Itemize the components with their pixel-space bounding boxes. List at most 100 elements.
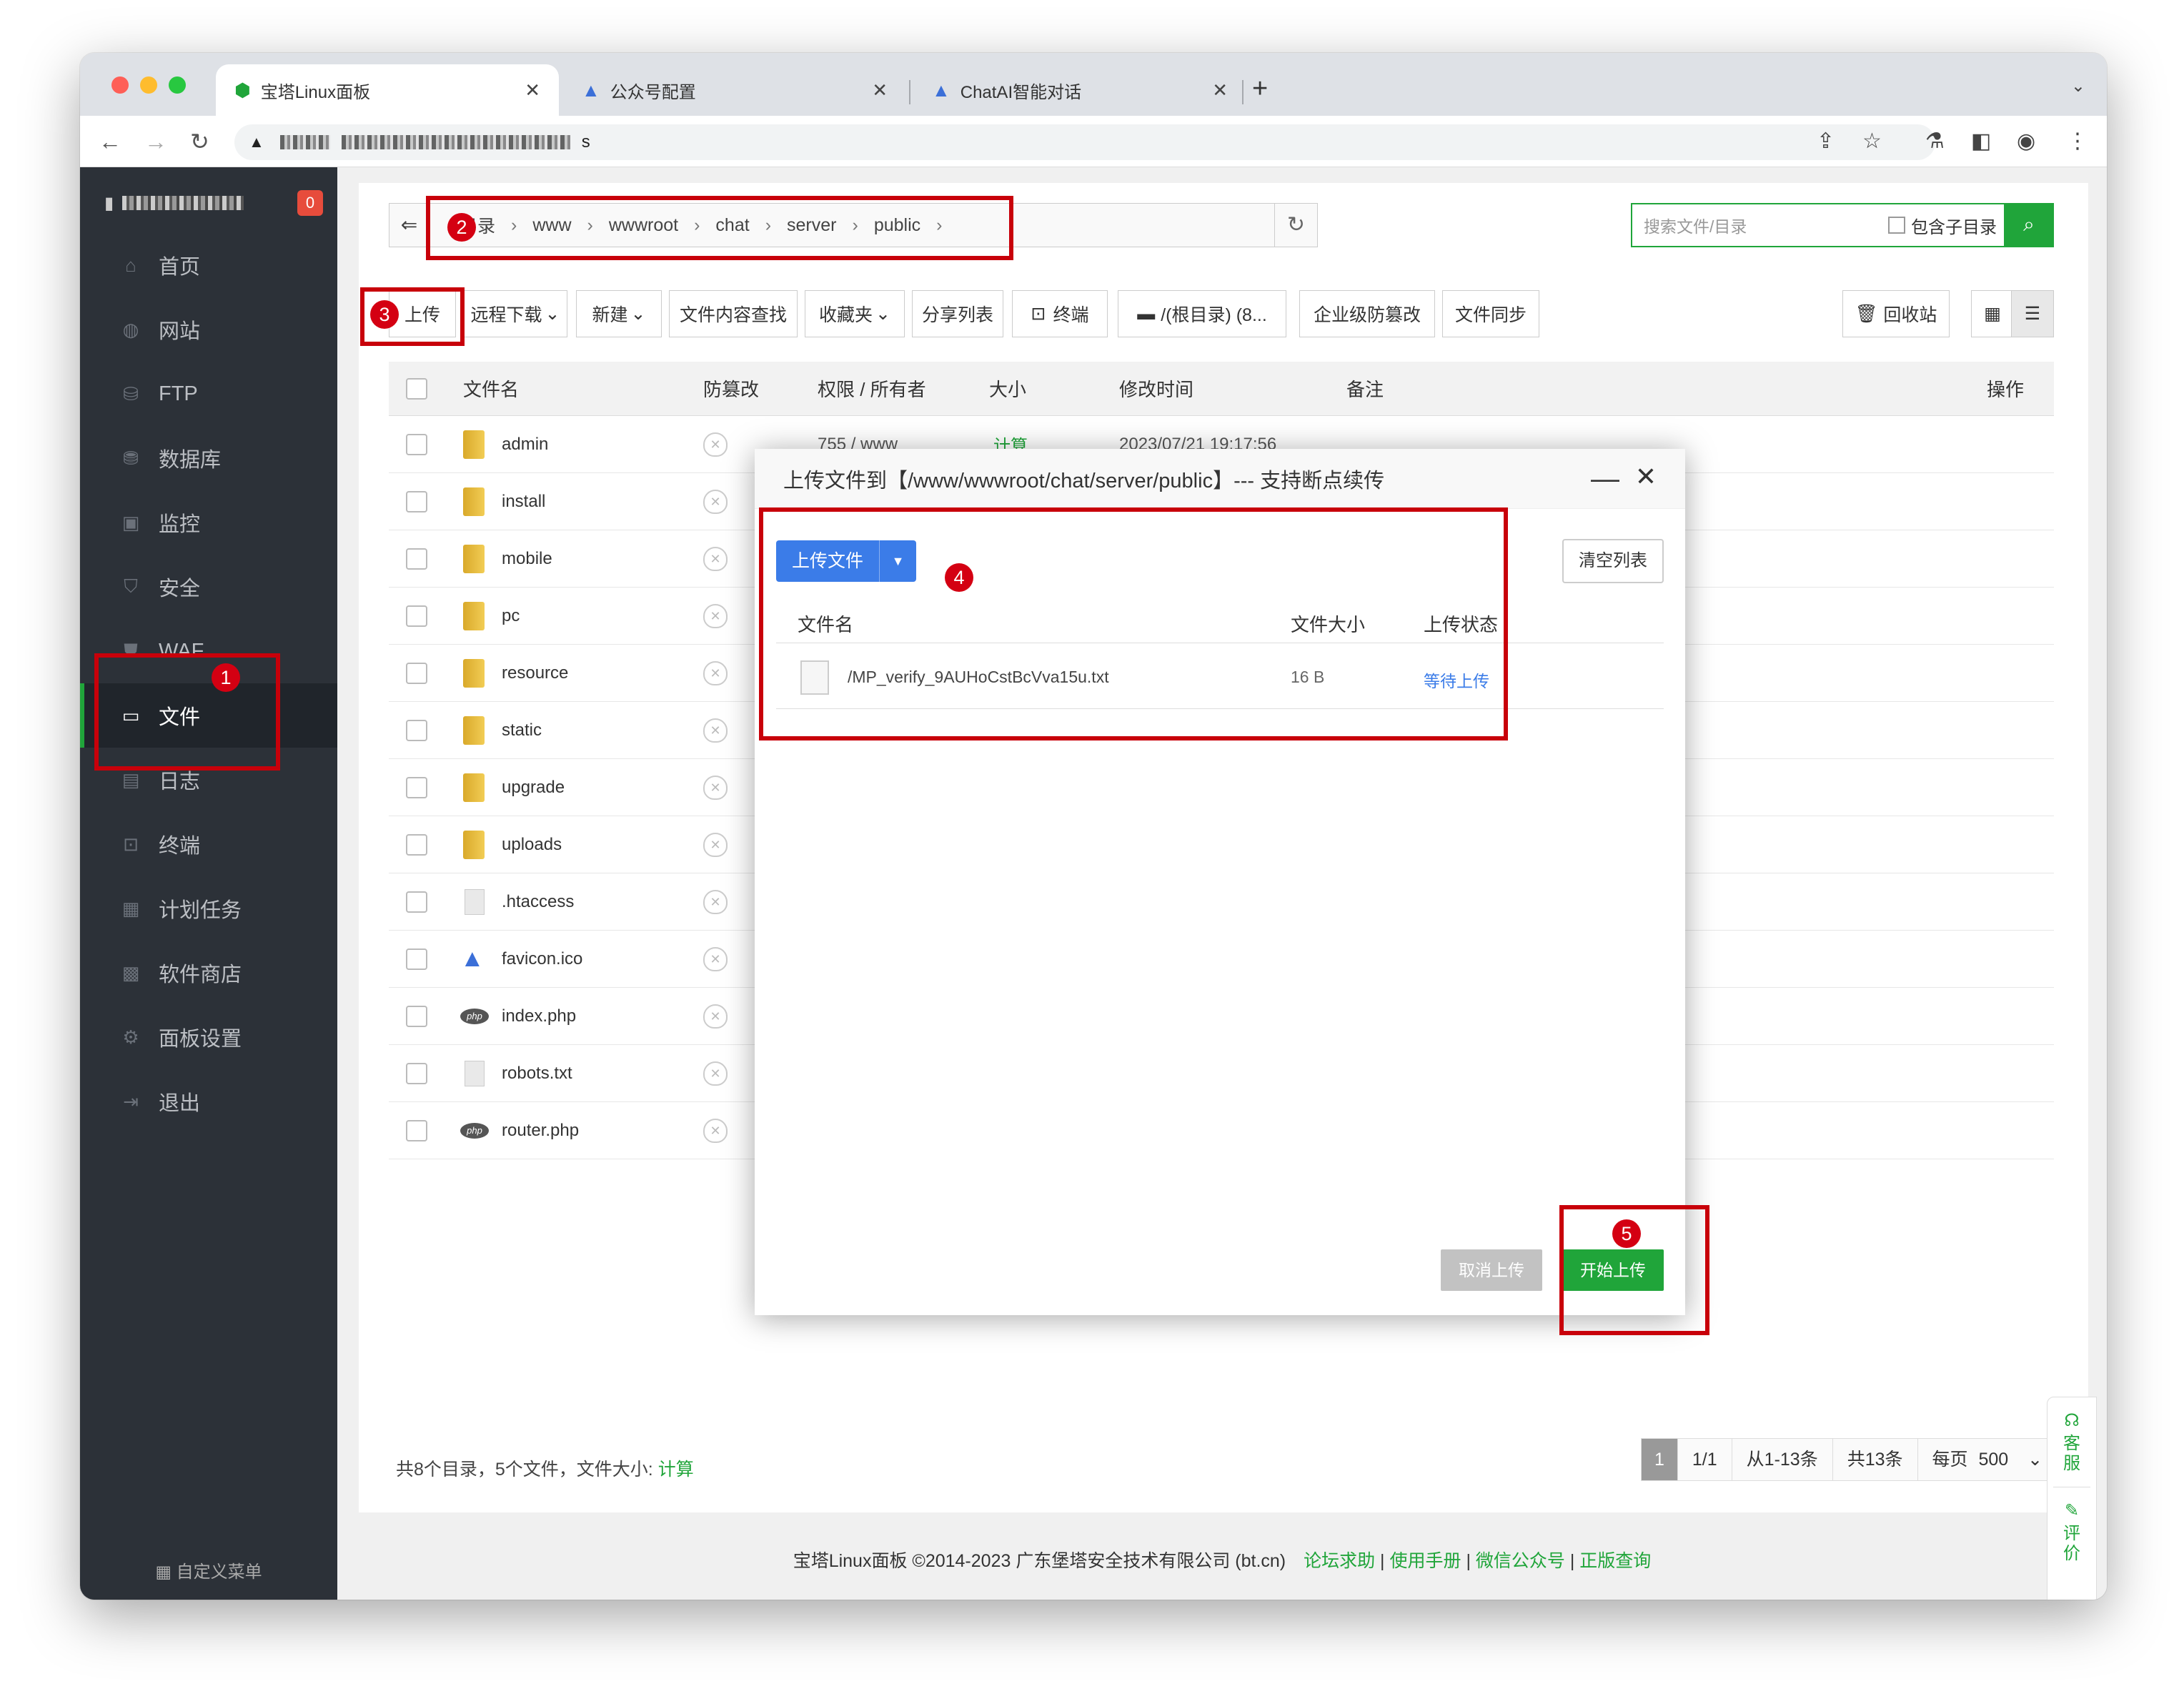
minimize-window-button[interactable] [140, 76, 157, 94]
sidebar-item-0[interactable]: ⌂ 首页 [80, 233, 337, 297]
shield-x-icon[interactable]: ✕ [703, 1061, 728, 1086]
sidebar-item-4[interactable]: ▣ 监控 [80, 490, 337, 555]
sidebar-item-9[interactable]: ⊡ 终端 [80, 812, 337, 876]
disk-button[interactable]: ▬/(根目录) (8... [1118, 290, 1286, 337]
share-list-button[interactable]: 分享列表 [912, 290, 1003, 337]
side-panel-icon[interactable]: ◧ [1971, 127, 1991, 156]
select-all-checkbox[interactable] [406, 377, 427, 400]
wechat-link[interactable]: 微信公众号 [1476, 1551, 1565, 1571]
forward-arrow-icon[interactable]: → [144, 126, 167, 157]
new-tab-button[interactable]: + [1252, 73, 1268, 104]
file-name[interactable]: upgrade [502, 778, 565, 798]
maximize-window-button[interactable] [169, 76, 186, 94]
search-icon[interactable]: ⌕ [2004, 203, 2054, 247]
file-name[interactable]: robots.txt [502, 1064, 572, 1084]
clear-list-button[interactable]: 清空列表 [1562, 539, 1664, 583]
tab-search-chevron-icon[interactable]: ⌄ [2071, 76, 2085, 96]
file-name[interactable]: favicon.ico [502, 949, 582, 969]
page-current[interactable]: 1 [1642, 1439, 1678, 1480]
shield-x-icon[interactable]: ✕ [703, 832, 728, 857]
remote-download-button[interactable]: 远程下载 ⌄ [463, 290, 567, 337]
license-link[interactable]: 正版查询 [1579, 1551, 1651, 1571]
file-name[interactable]: .htaccess [502, 892, 574, 912]
custom-menu-button[interactable]: ▦ 自定义菜单 [80, 1557, 337, 1582]
row-checkbox[interactable] [406, 776, 427, 798]
labs-flask-icon[interactable]: ⚗ [1925, 127, 1945, 156]
close-window-button[interactable] [111, 76, 129, 94]
sidebar-item-1[interactable]: ◍ 网站 [80, 297, 337, 362]
terminal-button[interactable]: ⊡ 终端 [1012, 290, 1108, 337]
favorites-button[interactable]: 收藏夹 ⌄ [805, 290, 905, 337]
file-name[interactable]: static [502, 720, 542, 740]
row-checkbox[interactable] [406, 490, 427, 512]
file-sync-button[interactable]: 文件同步 [1442, 290, 1539, 337]
recycle-bin-button[interactable]: 🗑 回收站 [1842, 290, 1950, 337]
file-name[interactable]: install [502, 492, 545, 512]
close-tab-icon[interactable]: ✕ [525, 79, 540, 101]
row-checkbox[interactable] [406, 1005, 427, 1027]
calc-size-link[interactable]: 计算 [658, 1460, 694, 1480]
row-checkbox[interactable] [406, 605, 427, 627]
customer-service-button[interactable]: ☊ 客服 [2047, 1397, 2096, 1474]
header-name[interactable]: 文件名 [463, 375, 519, 402]
row-checkbox[interactable] [406, 433, 427, 455]
back-arrow-icon[interactable]: ← [99, 126, 121, 157]
row-checkbox[interactable] [406, 1119, 427, 1141]
address-bar[interactable]: ▲ s [234, 124, 1935, 160]
close-tab-icon[interactable]: ✕ [1212, 79, 1228, 101]
file-name[interactable]: resource [502, 663, 568, 683]
sidebar-item-12[interactable]: ⚙ 面板设置 [80, 1005, 337, 1069]
row-checkbox[interactable] [406, 548, 427, 570]
file-name[interactable]: mobile [502, 549, 552, 569]
header-mtime[interactable]: 修改时间 [1119, 375, 1193, 402]
profile-avatar-icon[interactable]: ◉ [2017, 127, 2035, 156]
file-name[interactable]: uploads [502, 835, 562, 855]
bookmark-star-icon[interactable]: ☆ [1862, 127, 1882, 156]
refresh-icon[interactable]: ↻ [1274, 204, 1317, 247]
shield-x-icon[interactable]: ✕ [703, 432, 728, 457]
forum-link[interactable]: 论坛求助 [1304, 1551, 1375, 1571]
row-checkbox[interactable] [406, 891, 427, 913]
tamper-proof-button[interactable]: 企业级防篡改 [1299, 290, 1435, 337]
search-input[interactable]: 搜索文件/目录 [1632, 213, 1888, 237]
tab-chatai[interactable]: ▲ ChatAI智能对话 ✕ [913, 64, 1246, 116]
sidebar-item-2[interactable]: ⛁ FTP [80, 362, 337, 426]
shield-x-icon[interactable]: ✕ [703, 889, 728, 914]
shield-x-icon[interactable]: ✕ [703, 603, 728, 628]
file-name[interactable]: index.php [502, 1006, 576, 1026]
shield-x-icon[interactable]: ✕ [703, 718, 728, 743]
close-icon[interactable]: ✕ [1635, 462, 1657, 492]
shield-x-icon[interactable]: ✕ [703, 489, 728, 514]
header-size[interactable]: 大小 [989, 375, 1026, 402]
sidebar-item-10[interactable]: ▦ 计划任务 [80, 876, 337, 941]
row-checkbox[interactable] [406, 948, 427, 970]
shield-x-icon[interactable]: ✕ [703, 660, 728, 685]
sidebar-item-13[interactable]: ⇥ 退出 [80, 1069, 337, 1134]
sidebar-item-3[interactable]: ⛃ 数据库 [80, 426, 337, 490]
new-button[interactable]: 新建 ⌄ [576, 290, 662, 337]
content-search-button[interactable]: 文件内容查找 [669, 290, 798, 337]
row-checkbox[interactable] [406, 1062, 427, 1084]
shield-x-icon[interactable]: ✕ [703, 546, 728, 571]
notification-badge[interactable]: 0 [297, 190, 323, 216]
shield-x-icon[interactable]: ✕ [703, 1118, 728, 1143]
cancel-upload-button[interactable]: 取消上传 [1441, 1249, 1542, 1291]
sidebar-item-11[interactable]: ▩ 软件商店 [80, 941, 337, 1005]
file-name[interactable]: router.php [502, 1121, 579, 1141]
row-checkbox[interactable] [406, 833, 427, 856]
row-checkbox[interactable] [406, 662, 427, 684]
list-view-button[interactable]: ☰ [2011, 290, 2054, 337]
include-subdir-checkbox[interactable]: 包含子目录 [1888, 213, 1997, 238]
back-arrow-icon[interactable]: ⇐ [389, 204, 430, 247]
row-checkbox[interactable] [406, 719, 427, 741]
review-button[interactable]: ✎ 评价 [2047, 1500, 2096, 1564]
shield-x-icon[interactable]: ✕ [703, 1004, 728, 1029]
tab-baota[interactable]: ⬢ 宝塔Linux面板 ✕ [216, 64, 559, 116]
shield-x-icon[interactable]: ✕ [703, 946, 728, 971]
manual-link[interactable]: 使用手册 [1389, 1551, 1461, 1571]
sidebar-item-5[interactable]: ⛉ 安全 [80, 555, 337, 619]
file-name[interactable]: admin [502, 435, 548, 455]
more-menu-icon[interactable]: ⋮ [2067, 127, 2088, 156]
grid-view-button[interactable]: ▦ [1971, 290, 2014, 337]
shield-x-icon[interactable]: ✕ [703, 775, 728, 800]
